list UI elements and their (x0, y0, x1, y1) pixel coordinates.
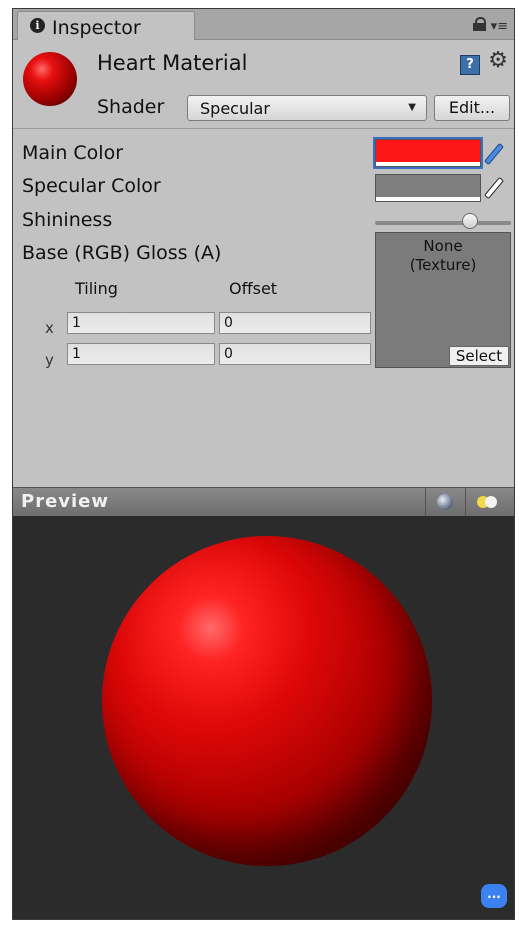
shader-label: Shader (97, 96, 165, 118)
chat-bubble-icon[interactable]: ... (481, 884, 507, 908)
help-icon[interactable] (460, 55, 480, 75)
tab-menu-icon[interactable]: ▾≡ (491, 19, 508, 34)
tiling-header: Tiling (75, 279, 118, 298)
preview-lighting-icon[interactable] (477, 495, 501, 509)
info-icon: i (30, 18, 45, 33)
inspector-window: i Inspector ▾≡ Heart Material ⚙ Shader S… (12, 8, 515, 920)
shininess-slider-track[interactable] (375, 221, 511, 225)
material-header: Heart Material ⚙ Shader Specular ▼ Edit.… (13, 40, 514, 129)
main-color-label: Main Color (22, 142, 124, 164)
lock-icon[interactable] (473, 17, 486, 31)
dropdown-arrow-icon: ▼ (408, 102, 416, 113)
divider (425, 488, 426, 516)
divider (465, 488, 466, 516)
texture-select-button[interactable]: Select (449, 346, 509, 366)
tiling-y-field[interactable]: 1 (67, 343, 215, 365)
preview-title: Preview (21, 491, 110, 512)
offset-header: Offset (229, 279, 278, 298)
preview-header[interactable]: Preview (13, 487, 514, 517)
texture-label: Base (RGB) Gloss (A) (22, 242, 222, 264)
shader-value: Specular (200, 99, 270, 118)
shininess-slider-thumb[interactable] (462, 213, 479, 229)
material-properties: Main Color Specular Color Shininess Base… (13, 129, 514, 487)
gear-icon[interactable]: ⚙ (488, 50, 508, 72)
texture-none-text: None (Texture) (409, 237, 477, 274)
specular-color-swatch[interactable] (375, 174, 481, 202)
material-name: Heart Material (97, 51, 248, 75)
offset-x-field[interactable]: 0 (219, 312, 371, 334)
material-thumbnail-icon (23, 52, 77, 106)
x-axis-label: x (45, 319, 54, 337)
preview-mesh-sphere-icon[interactable] (437, 494, 453, 510)
texture-slot[interactable]: None (Texture) Select (375, 232, 511, 368)
eyedropper-icon[interactable] (483, 140, 511, 166)
y-axis-label: y (45, 351, 54, 369)
tab-title: Inspector (52, 17, 141, 39)
main-color-swatch[interactable] (373, 137, 483, 169)
eyedropper-icon[interactable] (483, 174, 511, 200)
tab-strip: i Inspector ▾≡ (13, 9, 514, 41)
tiling-x-field[interactable]: 1 (67, 312, 215, 334)
tab-inspector[interactable]: i Inspector (17, 11, 195, 41)
shader-dropdown[interactable]: Specular ▼ (187, 95, 427, 121)
shininess-label: Shininess (22, 209, 113, 231)
edit-shader-button[interactable]: Edit... (434, 95, 510, 121)
specular-color-label: Specular Color (22, 175, 161, 197)
preview-viewport[interactable]: ... (13, 516, 514, 919)
preview-sphere (102, 536, 432, 866)
offset-y-field[interactable]: 0 (219, 343, 371, 365)
